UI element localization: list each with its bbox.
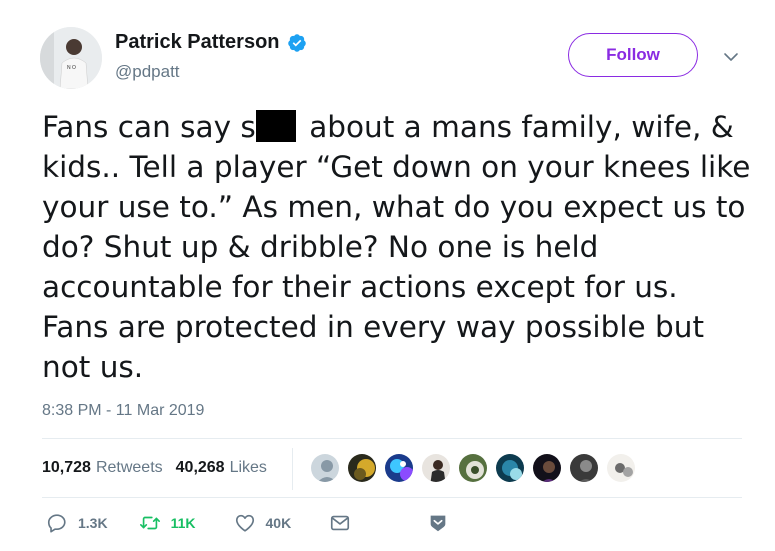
liker-avatar[interactable] <box>346 452 378 484</box>
tweet-stats: 10,728 Retweets 40,268 Likes <box>42 459 267 477</box>
tweet-text-rest: about a mans family, wife, & kids.. Tell… <box>42 110 751 384</box>
bookmark-chevron-icon <box>430 515 446 532</box>
redaction-box <box>255 110 296 142</box>
like-count: 40K <box>265 515 292 531</box>
author-display-name[interactable]: Patrick Patterson <box>115 31 280 54</box>
retweet-button[interactable]: 11K <box>139 512 196 534</box>
author-name-row[interactable]: Patrick Patterson <box>115 31 307 54</box>
chevron-down-icon[interactable] <box>723 50 739 64</box>
reply-button[interactable]: 1.3K <box>46 512 108 534</box>
envelope-icon <box>331 515 350 531</box>
stats-separator <box>292 448 293 490</box>
divider <box>42 438 742 439</box>
likes-count: 40,268 <box>175 459 225 476</box>
direct-message-button[interactable] <box>329 512 351 534</box>
svg-text:N O: N O <box>67 65 76 71</box>
retweets-count: 10,728 <box>42 459 91 476</box>
liker-avatar[interactable] <box>531 452 563 484</box>
reply-icon <box>47 514 66 533</box>
tweet-timestamp[interactable]: 8:38 PM - 11 Mar 2019 <box>42 402 204 420</box>
liker-avatar[interactable] <box>420 452 452 484</box>
tweet-activity-button[interactable] <box>427 512 449 534</box>
tweet-text: Fans can say s about a mans family, wife… <box>42 107 752 387</box>
retweet-count: 11K <box>170 515 196 531</box>
liker-avatars <box>309 452 642 484</box>
tweet-text-start: Fans can say s <box>42 110 256 144</box>
reply-count: 1.3K <box>78 515 108 531</box>
liker-avatar[interactable] <box>605 452 637 484</box>
liker-avatar[interactable] <box>383 452 415 484</box>
likes-label: Likes <box>229 459 267 476</box>
heart-icon <box>235 514 254 532</box>
verified-badge-icon <box>287 33 307 53</box>
like-button[interactable]: 40K <box>234 512 292 534</box>
liker-avatar[interactable] <box>309 452 341 484</box>
liker-avatar[interactable] <box>457 452 489 484</box>
divider <box>42 497 742 498</box>
tweet-actions: 1.3K 11K 40K <box>46 512 449 534</box>
retweets-label: Retweets <box>95 459 163 476</box>
retweet-icon <box>139 516 160 530</box>
author-avatar[interactable]: N O <box>40 27 102 89</box>
author-handle[interactable]: @pdpatt <box>115 62 180 82</box>
liker-avatar[interactable] <box>494 452 526 484</box>
retweets-stat[interactable]: 10,728 Retweets <box>42 459 163 477</box>
liker-avatar[interactable] <box>568 452 600 484</box>
likes-stat[interactable]: 40,268 Likes <box>176 459 267 477</box>
follow-button[interactable]: Follow <box>568 33 698 77</box>
